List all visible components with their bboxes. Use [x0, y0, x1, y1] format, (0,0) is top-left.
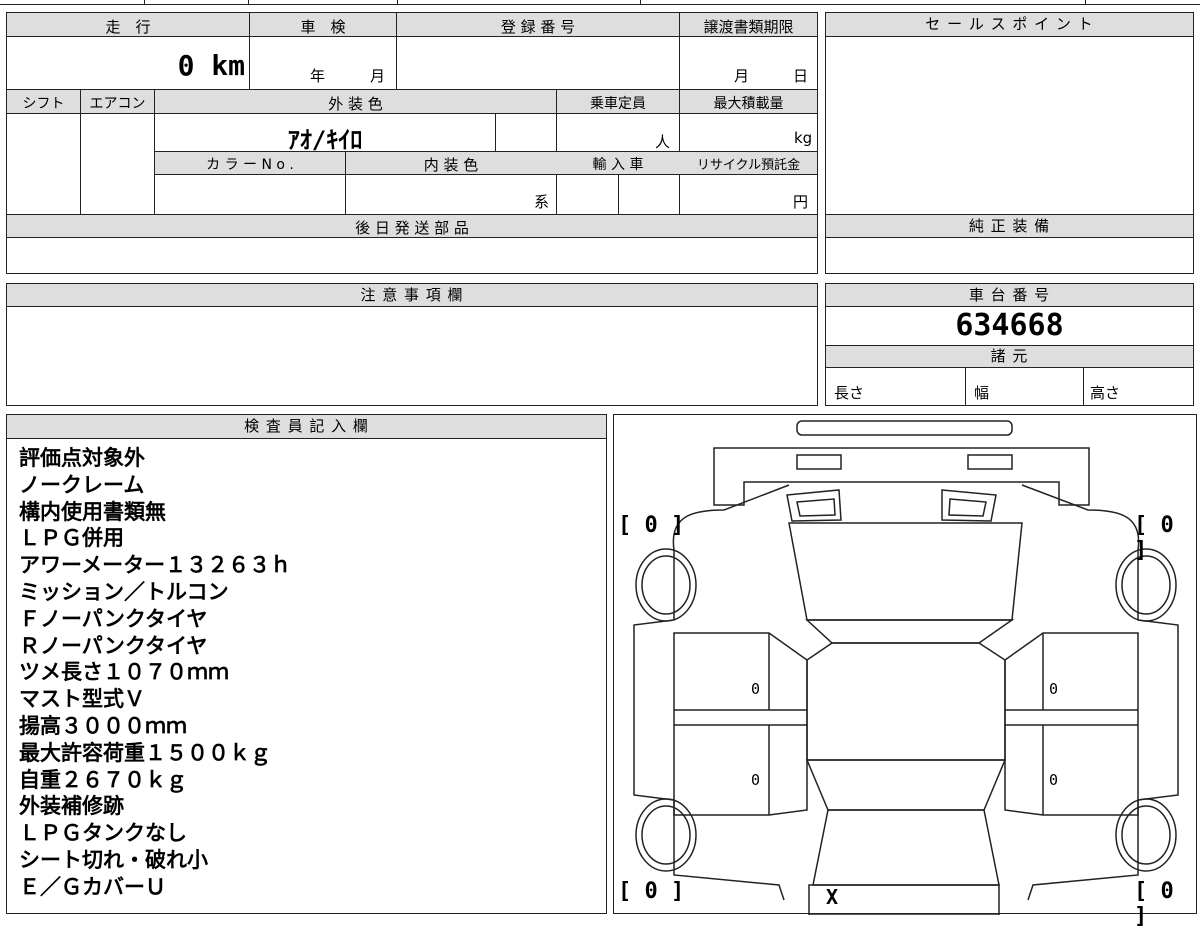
inspector-note-line: ＬＰＧ併用: [19, 526, 124, 551]
door-front-right: 0: [1049, 680, 1059, 698]
inspector-note-line: Ｒノーパンクタイヤ: [19, 633, 208, 658]
divider: [345, 152, 346, 214]
color-no-label: カ ラ ー N o .: [206, 157, 294, 173]
exterior-color-label: 外 装 色: [328, 95, 383, 113]
deadline-month: 月: [734, 67, 750, 85]
tire-bottom-left: [ 0 ]: [618, 879, 685, 904]
max-load-label: 最大積載量: [713, 96, 784, 112]
top-strip-tick: [144, 0, 145, 5]
exterior-color-value: ｱｵ/ｷｲﾛ: [287, 126, 363, 154]
inspector-note-line: ミッション／トルコン: [19, 579, 229, 604]
chassis-header: 車 台 番 号: [826, 284, 1193, 307]
divider: [495, 114, 496, 151]
top-strip-tick: [1085, 0, 1086, 5]
top-strip-line: [0, 4, 1200, 5]
inspector-note-line: 外装補修跡: [19, 794, 124, 819]
inspector-note-line: マスト型式Ｖ: [19, 687, 145, 712]
top-strip-tick: [397, 0, 398, 5]
tire-bottom-right: [ 0 ]: [1134, 879, 1174, 929]
inspector-note-line: 構内使用書類無: [19, 499, 166, 524]
vehicle-diagram-panel: [ 0 ] [ 0 ] [ 0 ] [ 0 ] 0 0 0 0 X: [613, 414, 1197, 929]
load-unit: kg: [794, 129, 813, 147]
top-strip-tick: [248, 0, 249, 5]
deadline-day: 日: [793, 67, 809, 85]
divider: [80, 90, 81, 214]
aircon-label: エアコン: [89, 96, 146, 112]
divider: [679, 13, 680, 89]
interior-color-label: 内 装 色: [423, 156, 479, 174]
tire-top-right: [ 0 ]: [1134, 513, 1174, 563]
inspector-note-line: ノークレーム: [19, 472, 145, 497]
specs-header: 諸 元: [826, 346, 1193, 368]
sales-point-header: セ ー ル ス ポ イ ン ト: [826, 13, 1193, 37]
chassis-panel: 車 台 番 号 634668 諸 元 長さ 幅 高さ: [825, 283, 1194, 406]
main-form: 走 行 車 検 登 録 番 号 譲渡書類期限 0 km 年 月 月 日 シフト …: [6, 12, 818, 274]
inspector-note-line: アワーメーター１３２６３ｈ: [19, 553, 292, 578]
door-rear-right: 0: [1049, 771, 1059, 789]
top-strip-tick: [640, 0, 641, 5]
year-unit: 年: [310, 67, 326, 85]
divider: [618, 175, 619, 214]
notes-header: 注 意 事 項 欄: [7, 284, 817, 307]
inspector-note-line: シート切れ・破れ小: [19, 847, 208, 872]
registration-label: 登 録 番 号: [500, 18, 576, 36]
inspection-label: 車 検: [300, 18, 346, 36]
shift-label: シフト: [22, 96, 65, 112]
capacity-label: 乗車定員: [590, 96, 646, 112]
month-unit: 月: [370, 67, 386, 85]
spec-width: 幅: [974, 384, 990, 402]
interior-unit: 系: [534, 193, 550, 211]
rear-damage-mark: X: [826, 885, 839, 909]
inspector-note-line: ＬＰＧタンクなし: [19, 821, 187, 846]
inspector-note-line: 評価点対象外: [19, 446, 145, 470]
vehicle-diagram: [633, 420, 1179, 915]
recycle-label: リサイクル預託金: [696, 158, 801, 173]
door-rear-left: 0: [751, 771, 761, 789]
inspector-notes: 評価点対象外 ノークレーム 構内使用書類無 ＬＰＧ併用 アワーメーター１３２６３ｈ ミッシ…: [19, 445, 291, 901]
inspector-note-line: Ｆノーパンクタイヤ: [19, 606, 208, 631]
door-front-left: 0: [751, 680, 761, 698]
spec-height: 高さ: [1090, 384, 1121, 402]
transfer-deadline-label: 譲渡書類期限: [703, 18, 794, 36]
tire-top-left: [ 0 ]: [618, 513, 685, 538]
sales-point-panel: セ ー ル ス ポ イ ン ト 純 正 装 備: [825, 12, 1194, 274]
mileage-value: 0 km: [177, 49, 245, 82]
inspector-panel: 検 査 員 記 入 欄 評価点対象外 ノークレーム 構内使用書類無 ＬＰＧ併用 アワーメ…: [6, 414, 607, 914]
notes-panel: 注 意 事 項 欄: [6, 283, 818, 406]
inspector-header: 検 査 員 記 入 欄: [7, 415, 606, 439]
recycle-unit: 円: [793, 193, 809, 211]
chassis-number: 634668: [955, 308, 1064, 343]
divider: [965, 368, 966, 406]
inspector-note-line: ツメ長さ１０７０ｍｍ: [19, 660, 229, 685]
divider: [1083, 368, 1084, 406]
divider: [396, 13, 397, 89]
inspector-note-line: Ｅ／ＧカバーＵ: [19, 874, 166, 899]
import-label: 輸 入 車: [592, 157, 644, 173]
mileage-label: 走 行: [105, 18, 151, 36]
divider: [249, 13, 250, 89]
genuine-equipment-header: 純 正 装 備: [826, 215, 1193, 238]
capacity-unit: 人: [655, 133, 671, 151]
inspector-note-line: 最大許容荷重１５００ｋｇ: [19, 740, 271, 765]
inspector-note-line: 自重２６７０ｋｇ: [19, 767, 187, 792]
later-parts-label: 後 日 発 送 部 品: [355, 219, 469, 237]
inspector-note-line: 揚高３０００ｍｍ: [19, 713, 187, 738]
spec-length: 長さ: [834, 384, 865, 402]
